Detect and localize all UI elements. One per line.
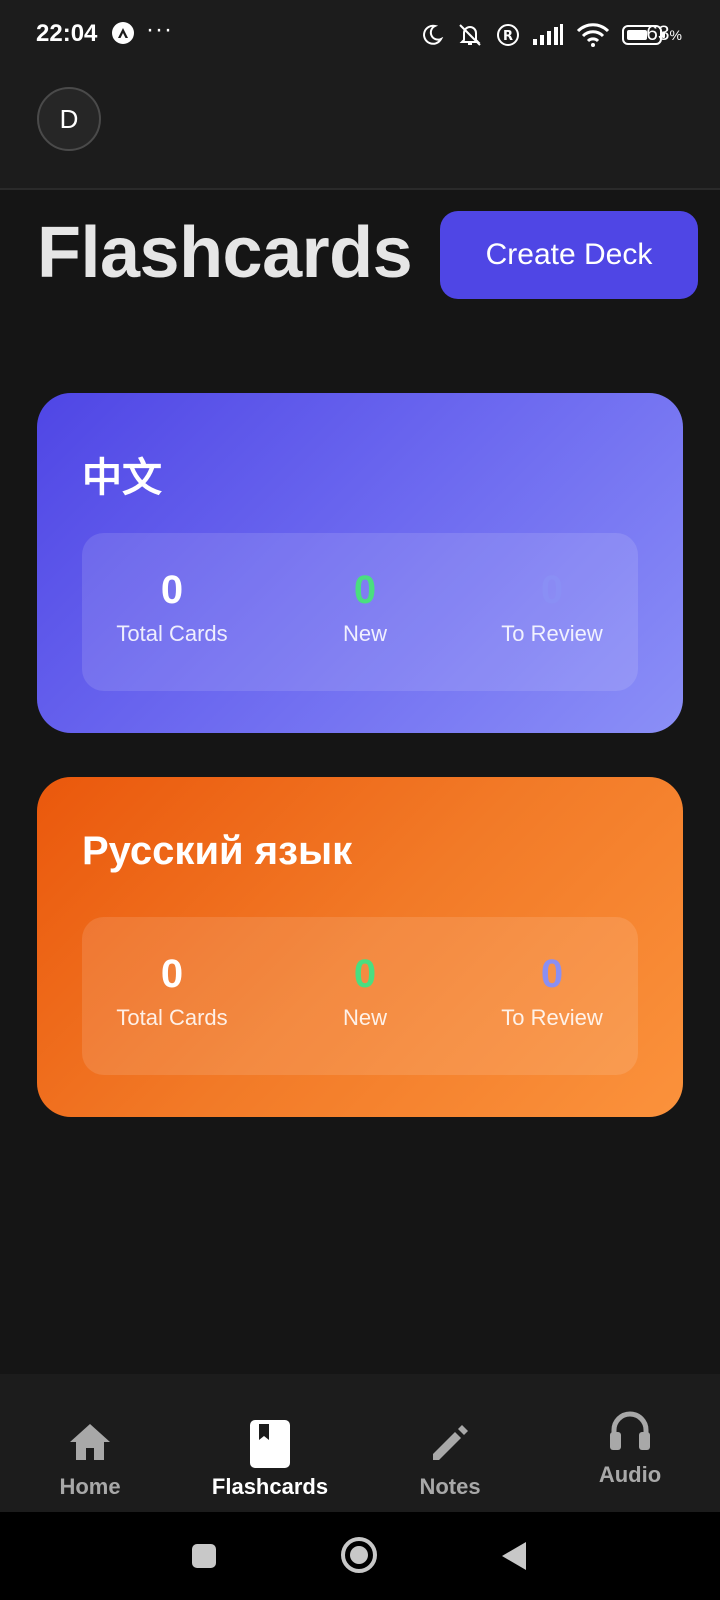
status-bar: 22:04 ··· R 63% bbox=[0, 0, 720, 70]
stat-value: 0 bbox=[160, 952, 184, 996]
stat-label: New bbox=[342, 1005, 387, 1030]
stat-value: 0 bbox=[353, 952, 377, 996]
stat-value: 0 bbox=[540, 952, 564, 996]
stat-total-cards: 0 Total Cards bbox=[72, 567, 272, 647]
bell-off-icon bbox=[456, 22, 484, 53]
stat-label: Total Cards bbox=[116, 621, 228, 646]
moon-icon bbox=[420, 23, 444, 52]
stat-value: 0 bbox=[353, 568, 377, 612]
nav-label: Flashcards bbox=[211, 1474, 329, 1499]
signal-icon bbox=[532, 24, 564, 51]
nav-label: Notes bbox=[419, 1474, 481, 1499]
status-time: 22:04 bbox=[36, 20, 98, 47]
flashcards-icon bbox=[180, 1420, 360, 1468]
home-icon bbox=[0, 1422, 180, 1462]
deck-stats: 0 Total Cards 0 New 0 To Review bbox=[82, 533, 638, 691]
page-title: Flashcards bbox=[37, 213, 413, 293]
deck-card[interactable]: Русский язык 0 Total Cards 0 New 0 To Re… bbox=[37, 777, 683, 1117]
stat-total-cards: 0 Total Cards bbox=[72, 951, 272, 1031]
avatar[interactable]: D bbox=[37, 87, 101, 151]
stat-new: 0 New bbox=[265, 567, 465, 647]
app-header: D bbox=[0, 70, 720, 190]
battery-percent-sign: % bbox=[669, 27, 682, 43]
app-a-icon bbox=[112, 22, 134, 44]
stat-to-review: 0 To Review bbox=[452, 567, 652, 647]
nav-item-home[interactable]: Home bbox=[0, 1374, 180, 1512]
bottom-nav: Home Flashcards Notes Audio bbox=[0, 1374, 720, 1512]
recents-icon[interactable] bbox=[190, 1542, 218, 1575]
back-icon[interactable] bbox=[500, 1540, 528, 1577]
battery-percent: 63% bbox=[646, 22, 682, 46]
stat-to-review: 0 To Review bbox=[452, 951, 652, 1031]
headphones-icon bbox=[540, 1408, 720, 1452]
stat-value: 0 bbox=[160, 568, 184, 612]
create-deck-button[interactable]: Create Deck bbox=[440, 211, 698, 299]
registered-icon: R bbox=[496, 23, 520, 52]
deck-title: Русский язык bbox=[82, 829, 353, 873]
nav-item-audio[interactable]: Audio bbox=[540, 1374, 720, 1512]
deck-card[interactable]: 中文 0 Total Cards 0 New 0 To Review bbox=[37, 393, 683, 733]
nav-item-flashcards[interactable]: Flashcards bbox=[180, 1374, 360, 1512]
nav-label: Home bbox=[59, 1474, 121, 1499]
pencil-icon bbox=[360, 1422, 540, 1464]
stat-value: 0 bbox=[540, 568, 564, 612]
stat-label: New bbox=[342, 621, 387, 646]
nav-item-notes[interactable]: Notes bbox=[360, 1374, 540, 1512]
more-dots: ··· bbox=[146, 16, 173, 43]
deck-title: 中文 bbox=[82, 456, 162, 500]
stat-label: Total Cards bbox=[116, 1005, 228, 1030]
home-circle-icon[interactable] bbox=[340, 1536, 378, 1579]
deck-stats: 0 Total Cards 0 New 0 To Review bbox=[82, 917, 638, 1075]
stat-new: 0 New bbox=[265, 951, 465, 1031]
wifi-icon bbox=[576, 23, 610, 52]
stat-label: To Review bbox=[501, 621, 603, 646]
stat-label: To Review bbox=[501, 1005, 603, 1030]
nav-label: Audio bbox=[598, 1462, 662, 1487]
svg-text:R: R bbox=[503, 29, 513, 44]
battery-percent-value: 63 bbox=[646, 22, 670, 45]
system-nav-bar bbox=[0, 1512, 720, 1600]
